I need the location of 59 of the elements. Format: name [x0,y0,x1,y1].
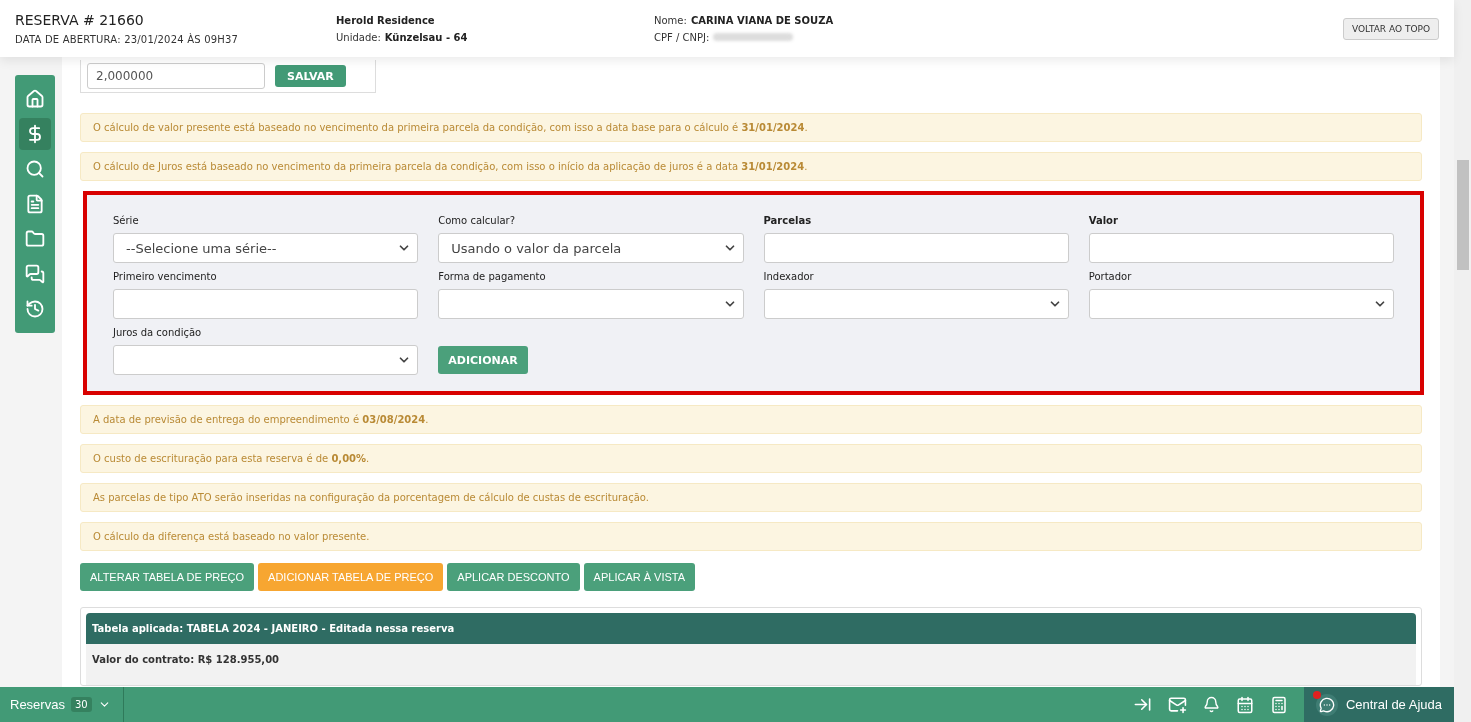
scrollbar[interactable] [1454,0,1471,722]
info-notice: O cálculo de Juros está baseado no vencimento da primeira parcela da condição, com isso o início da aplicação de juros é a data 31/01/2024. [80,152,1422,181]
cpf-label: CPF / CNPJ: [654,31,710,43]
action-button[interactable]: ADICIONAR TABELA DE PREÇO [258,563,444,591]
field-label: Parcelas [763,215,813,226]
document-icon [25,194,45,214]
info-notice: O custo de escrituração para esta reserva é de 0,00%. [80,444,1422,473]
unit-value: Künzelsau - 64 [384,31,468,43]
client-name: CARINA VIANA DE SOUZA [690,14,834,26]
field-label: Valor [1088,215,1119,226]
arrow-to-line-icon[interactable] [1132,695,1152,714]
select-field[interactable] [113,345,419,375]
select-field[interactable] [1088,289,1394,319]
info-notice: As parcelas de tipo ATO serão inseridas na configuração da porcentagem de cálculo de custas de escrituração. [80,483,1422,512]
back-to-top-button[interactable]: VOLTAR AO TOPO [1343,17,1439,40]
field-label: Indexador [763,271,815,282]
home-icon [25,89,45,109]
count-badge: 30 [70,697,92,712]
unit-label: Unidade: [336,31,381,43]
help-center-button[interactable]: Central de Ajuda [1303,687,1454,722]
select-field[interactable] [763,289,1069,319]
info-notice: A data de previsão de entrega do empreendimento é 03/08/2024. [80,405,1422,434]
action-button[interactable]: ALTERAR TABELA DE PREÇO [80,563,255,591]
bell-icon[interactable] [1202,696,1220,713]
reservations-label: Reservas [10,697,65,712]
reservation-title: RESERVA # 21660 [15,12,145,28]
info-notice: O cálculo da diferença está baseado no valor presente. [80,522,1422,551]
input-field[interactable] [763,233,1069,263]
history-icon [25,299,45,319]
name-label: Nome: [654,14,687,26]
field-label: Série [113,215,140,226]
field-label: Forma de pagamento [438,271,547,282]
mail-plus-icon[interactable] [1167,695,1187,714]
search-icon [25,159,45,179]
input-field[interactable]: 2,000000 [87,63,265,89]
opening-date: DATA DE ABERTURA: 23/01/2024 ÀS 09H37 [15,34,240,45]
folder-icon [25,229,45,249]
select-field[interactable]: Usando o valor da parcela [438,233,744,263]
select-field[interactable]: --Selecione uma série-- [113,233,419,263]
info-notice: O cálculo de valor presente está baseado no vencimento da primeira parcela da condição, com isso a data base para o cálculo é 31/01/2024. [80,113,1422,142]
field-label: Portador [1088,271,1133,282]
chat-icon [1318,696,1335,713]
sidebar-item[interactable] [19,118,51,150]
add-button[interactable]: ADICIONAR [438,346,528,374]
chat-icon [25,264,45,284]
calendar-icon[interactable] [1235,695,1254,714]
action-button[interactable]: APLICAR À VISTA [583,563,696,591]
contract-value: Valor do contrato: R$ 128.955,00 [86,644,1416,685]
input-field[interactable] [113,289,419,319]
table-title: Tabela aplicada: TABELA 2024 - JANEIRO - Editada nessa reserva [86,613,1416,644]
field-label: Juros da condição [113,327,203,338]
save-button[interactable]: SALVAR [275,65,346,87]
action-button[interactable]: APLICAR DESCONTO [447,563,580,591]
select-field[interactable] [438,289,744,319]
field-label: Primeiro vencimento [113,271,218,282]
field-label: Como calcular? [438,215,516,226]
project-name: Herold Residence [336,14,436,26]
input-field[interactable] [1088,233,1394,263]
calculator-icon[interactable] [1269,695,1288,714]
